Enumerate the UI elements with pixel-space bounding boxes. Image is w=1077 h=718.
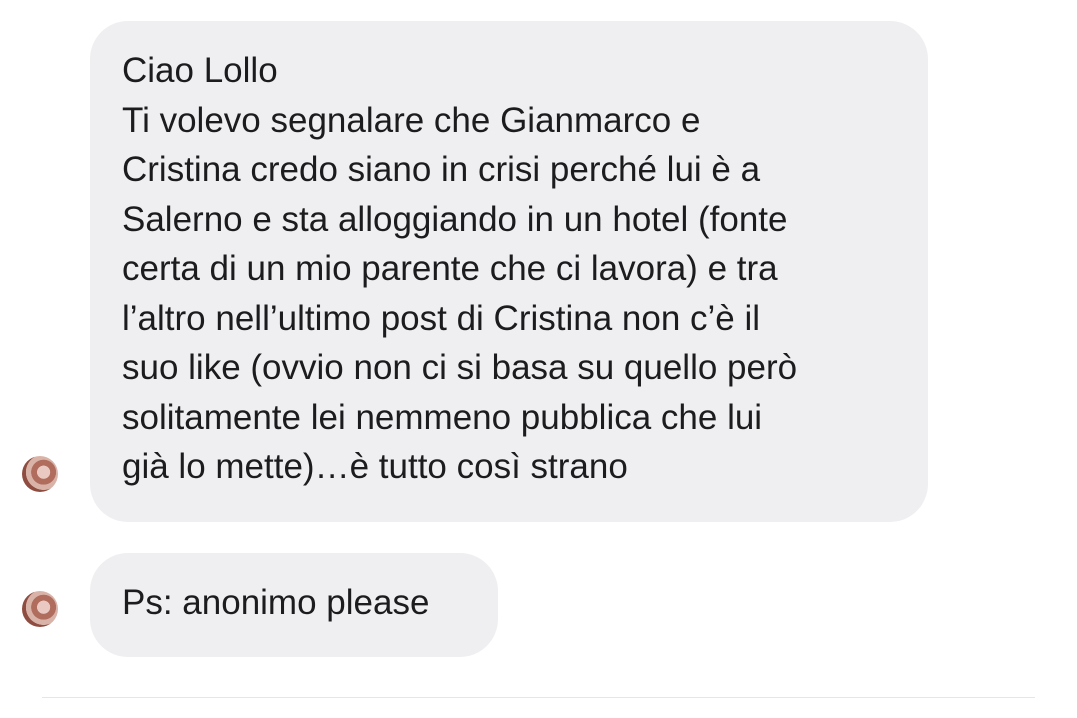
sender-avatar[interactable] bbox=[22, 456, 58, 492]
message-bubble[interactable]: Ps: anonimo please bbox=[90, 553, 498, 657]
message-line: solitamente lei nemmeno pubblica che lui bbox=[122, 397, 763, 437]
message-line: suo like (ovvio non ci si basa su quello… bbox=[122, 348, 798, 387]
message-line: l’altro nell’ultimo post di Cristina non… bbox=[122, 298, 761, 338]
bottom-divider bbox=[42, 697, 1035, 698]
message-line: Ciao Lollo bbox=[122, 51, 278, 90]
message-line: Salerno e sta alloggiando in un hotel (f… bbox=[122, 199, 788, 239]
chat-screen: Ciao Lollo Ti volevo segnalare che Gianm… bbox=[0, 0, 1077, 718]
message-line: Cristina credo siano in crisi perché lui… bbox=[122, 150, 761, 189]
sender-avatar[interactable] bbox=[22, 591, 58, 627]
message-line: Ps: anonimo please bbox=[122, 583, 430, 622]
message-bubble[interactable]: Ciao Lollo Ti volevo segnalare che Gianm… bbox=[90, 21, 928, 522]
message-line: già lo mette)…è tutto così strano bbox=[122, 447, 628, 486]
message-line: certa di un mio parente che ci lavora) e… bbox=[122, 249, 778, 288]
message-line: Ti volevo segnalare che Gianmarco e bbox=[122, 100, 701, 140]
